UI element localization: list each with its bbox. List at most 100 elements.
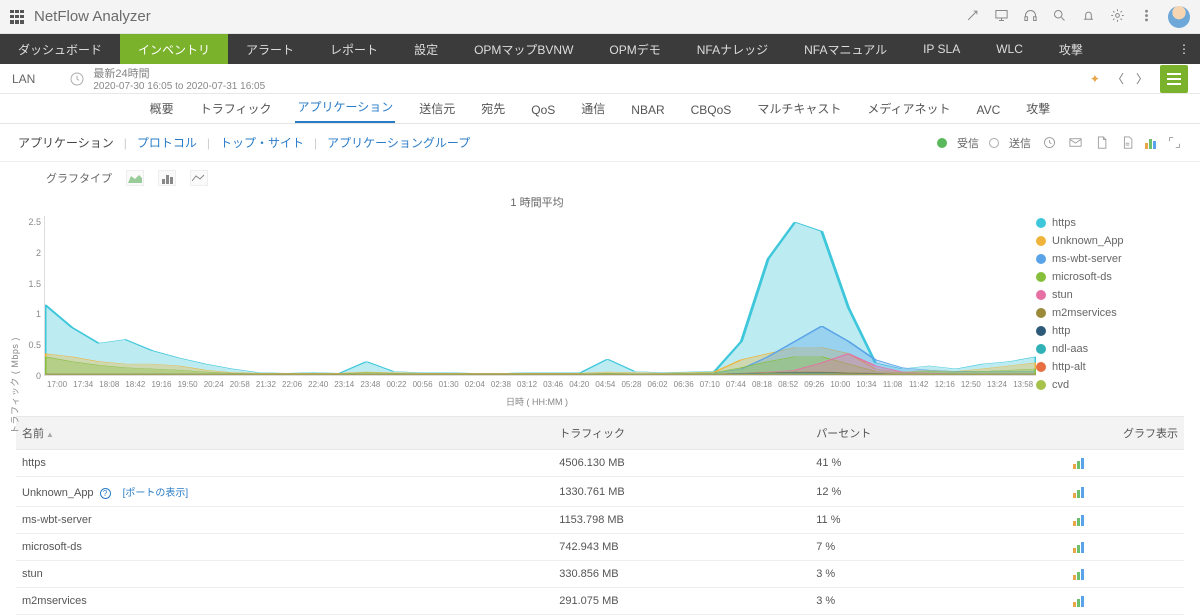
top-bar: NetFlow Analyzer xyxy=(0,0,1200,34)
expand-icon[interactable] xyxy=(1166,135,1182,151)
avatar[interactable] xyxy=(1168,6,1190,28)
legend-swatch xyxy=(1036,236,1046,246)
legend-swatch xyxy=(1036,362,1046,372)
section-tab[interactable]: QoS xyxy=(529,97,557,123)
cell-chart-button[interactable] xyxy=(1067,588,1184,615)
cell-traffic: 330.856 MB xyxy=(553,561,810,588)
table-row[interactable]: m2mservices291.075 MB3 % xyxy=(16,588,1184,615)
cell-chart-button[interactable] xyxy=(1067,477,1184,507)
csv-icon[interactable] xyxy=(1119,135,1135,151)
mainnav-item[interactable]: 攻撃 xyxy=(1041,34,1101,64)
mainnav-item[interactable]: 設定 xyxy=(396,34,456,64)
legend-item[interactable]: ms-wbt-server xyxy=(1036,250,1186,268)
table-row[interactable]: microsoft-ds742.943 MB7 % xyxy=(16,534,1184,561)
cell-chart-button[interactable] xyxy=(1067,450,1184,477)
subtab[interactable]: アプリケーショングループ xyxy=(327,134,470,151)
section-tab[interactable]: NBAR xyxy=(629,97,666,123)
pin-icon[interactable] xyxy=(965,8,980,26)
direction-out-radio[interactable] xyxy=(989,138,999,148)
legend-label: http xyxy=(1052,325,1070,337)
subtab[interactable]: トップ・サイト xyxy=(220,134,304,151)
legend-item[interactable]: http xyxy=(1036,322,1186,340)
section-tab[interactable]: CBQoS xyxy=(689,97,734,123)
mail-icon[interactable] xyxy=(1067,135,1083,151)
section-tab[interactable]: AVC xyxy=(975,97,1003,123)
bell-icon[interactable] xyxy=(1081,8,1096,26)
mainnav-item[interactable]: ダッシュボード xyxy=(0,34,120,64)
chart[interactable]: 1 時間平均 00.511.522.5 17:0017:3418:0818:42… xyxy=(38,194,1036,408)
mainnav-item[interactable]: WLC xyxy=(978,34,1041,64)
section-tab[interactable]: 宛先 xyxy=(479,94,507,123)
section-tab[interactable]: 概要 xyxy=(148,94,176,123)
mainnav-item[interactable]: NFAマニュアル xyxy=(786,34,905,64)
main-nav: ダッシュボードインベントリアラートレポート設定OPMマップBVNWOPMデモNF… xyxy=(0,34,1200,64)
direction-in-radio[interactable] xyxy=(937,138,947,148)
legend-item[interactable]: m2mservices xyxy=(1036,304,1186,322)
graph-type-line-button[interactable] xyxy=(190,170,208,186)
panel-menu-button[interactable] xyxy=(1160,65,1188,93)
prev-icon[interactable]: 〈 xyxy=(1112,70,1124,87)
table-row[interactable]: Unknown_App?[ポートの表示]1330.761 MB12 % xyxy=(16,477,1184,507)
graph-type-area-button[interactable] xyxy=(126,170,144,186)
next-icon[interactable]: 〉 xyxy=(1136,70,1148,87)
section-tab[interactable]: メディアネット xyxy=(865,94,952,123)
subtab[interactable]: プロトコル xyxy=(137,134,197,151)
table-row[interactable]: ms-wbt-server1153.798 MB11 % xyxy=(16,507,1184,534)
cell-percent: 3 % xyxy=(810,561,1067,588)
section-tab[interactable]: トラフィック xyxy=(198,94,274,123)
cell-traffic: 742.943 MB xyxy=(553,534,810,561)
topbar-actions xyxy=(965,6,1190,28)
schedule-icon[interactable] xyxy=(1041,135,1057,151)
table-header[interactable]: 名前▲ xyxy=(16,417,553,450)
legend-item[interactable]: https xyxy=(1036,214,1186,232)
legend-item[interactable]: cvd xyxy=(1036,376,1186,394)
cell-percent: 3 % xyxy=(810,588,1067,615)
mainnav-more-icon[interactable]: ⋮ xyxy=(1168,34,1200,64)
mini-chart-icon[interactable] xyxy=(1145,137,1156,149)
mainnav-item[interactable]: OPMデモ xyxy=(591,34,678,64)
pdf-icon[interactable] xyxy=(1093,135,1109,151)
section-tab[interactable]: アプリケーション xyxy=(295,92,395,123)
monitor-icon[interactable] xyxy=(994,8,1009,26)
mainnav-item[interactable]: IP SLA xyxy=(905,34,978,64)
mainnav-item[interactable]: アラート xyxy=(228,34,312,64)
section-tab[interactable]: 攻撃 xyxy=(1024,94,1052,123)
mainnav-item[interactable]: レポート xyxy=(312,34,396,64)
legend-item[interactable]: stun xyxy=(1036,286,1186,304)
show-ports-link[interactable]: [ポートの表示] xyxy=(123,488,189,499)
graph-type-bar-button[interactable] xyxy=(158,170,176,186)
cell-name: microsoft-ds xyxy=(16,534,553,561)
legend-label: microsoft-ds xyxy=(1052,271,1112,283)
table-row[interactable]: https4506.130 MB41 % xyxy=(16,450,1184,477)
section-tab[interactable]: マルチキャスト xyxy=(755,94,843,123)
section-tab[interactable]: 通信 xyxy=(579,94,607,123)
table-header[interactable]: トラフィック xyxy=(553,417,810,450)
cell-chart-button[interactable] xyxy=(1067,507,1184,534)
legend-item[interactable]: microsoft-ds xyxy=(1036,268,1186,286)
mainnav-item[interactable]: インベントリ xyxy=(120,34,228,64)
cell-traffic: 291.075 MB xyxy=(553,588,810,615)
headset-icon[interactable] xyxy=(1023,8,1038,26)
legend-item[interactable]: http-alt xyxy=(1036,358,1186,376)
alert-bulb-icon[interactable]: ✦ xyxy=(1090,72,1100,86)
legend-item[interactable]: ndl-aas xyxy=(1036,340,1186,358)
cell-chart-button[interactable] xyxy=(1067,561,1184,588)
time-range[interactable]: 最新24時間 2020-07-30 16:05 to 2020-07-31 16… xyxy=(69,65,265,92)
legend-label: ms-wbt-server xyxy=(1052,253,1122,265)
legend-item[interactable]: Unknown_App xyxy=(1036,232,1186,250)
section-tab[interactable]: 送信元 xyxy=(417,94,457,123)
mainnav-item[interactable]: NFAナレッジ xyxy=(679,34,786,64)
table-header[interactable]: グラフ表示 xyxy=(1067,417,1184,450)
table-row[interactable]: stun330.856 MB3 % xyxy=(16,561,1184,588)
subtabs: アプリケーション|プロトコル|トップ・サイト|アプリケーショングループ xyxy=(18,134,470,151)
help-icon[interactable]: ? xyxy=(100,488,111,499)
y-axis-label: トラフィック ( Mbps ) xyxy=(8,337,21,434)
search-icon[interactable] xyxy=(1052,8,1067,26)
mainnav-item[interactable]: OPMマップBVNW xyxy=(456,34,591,64)
kebab-icon[interactable] xyxy=(1139,8,1154,26)
subtab[interactable]: アプリケーション xyxy=(18,134,114,151)
cell-chart-button[interactable] xyxy=(1067,534,1184,561)
table-header[interactable]: パーセント xyxy=(810,417,1067,450)
gear-icon[interactable] xyxy=(1110,8,1125,26)
apps-grid-icon[interactable] xyxy=(10,10,24,24)
